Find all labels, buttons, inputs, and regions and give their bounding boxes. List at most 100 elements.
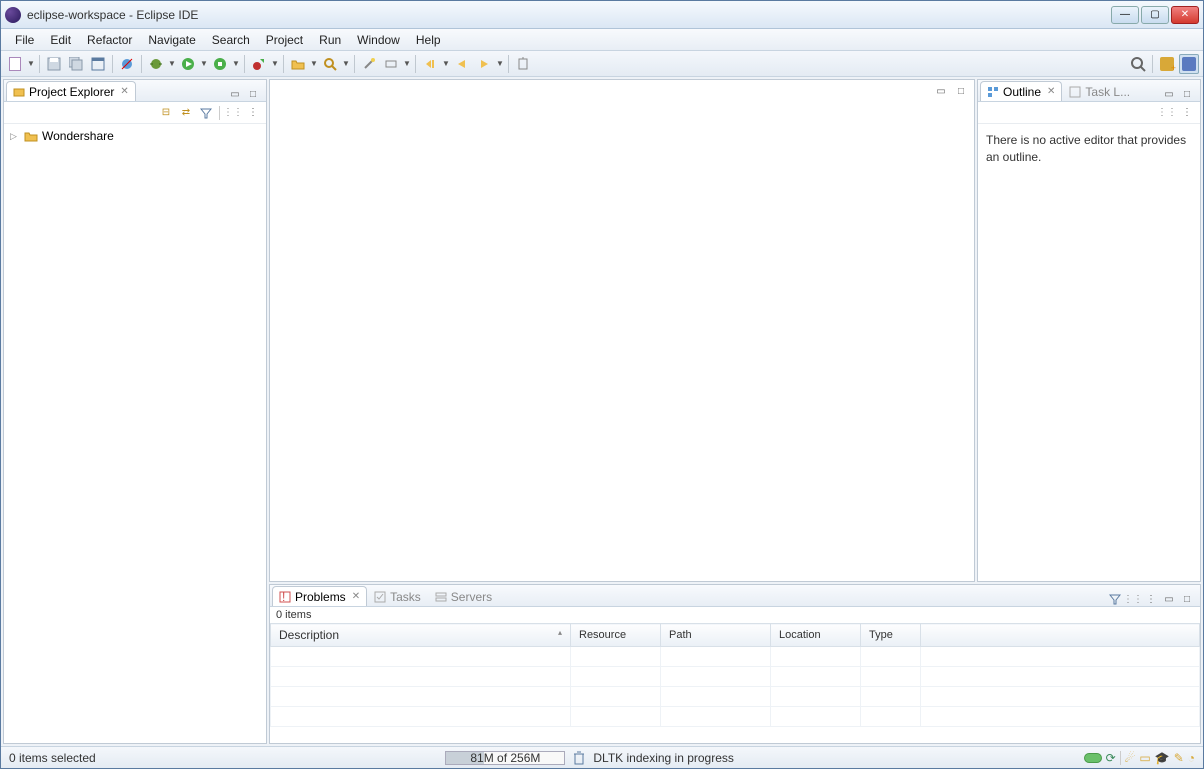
project-explorer-tabrow: Project Explorer ✕ ▭ □ <box>4 80 266 102</box>
editor-area[interactable]: ▭ □ <box>269 79 975 582</box>
maximize-button[interactable]: ▢ <box>1141 6 1169 24</box>
collapse-all-button[interactable]: ⊟ <box>159 106 173 120</box>
terminal-button[interactable] <box>88 54 108 74</box>
minimize-view-button[interactable]: ▭ <box>228 87 242 101</box>
heap-status[interactable]: 81M of 256M <box>445 751 565 765</box>
problems-icon: ! <box>279 591 291 603</box>
link-editor-button[interactable]: ⇄ <box>179 106 193 120</box>
left-column: Project Explorer ✕ ▭ □ ⊟ ⇄ ⋮⋮ ⋮ ▷ <box>3 79 267 744</box>
nav-last-button[interactable] <box>420 54 440 74</box>
tab-close-icon[interactable]: ✕ <box>120 86 128 97</box>
open-type-button[interactable] <box>288 54 308 74</box>
center-column: ▭ □ ! Problems ✕ Tasks Servers <box>269 79 975 744</box>
close-button[interactable]: ✕ <box>1171 6 1199 24</box>
toggle-dropdown[interactable]: ▼ <box>403 59 411 68</box>
trim-icon-1[interactable]: ☄ <box>1125 751 1136 765</box>
gc-button[interactable] <box>573 751 585 765</box>
save-all-button[interactable] <box>66 54 86 74</box>
menu-refactor[interactable]: Refactor <box>79 31 140 49</box>
toggle-button[interactable] <box>381 54 401 74</box>
view-dropdown-button[interactable]: ⋮ <box>246 106 260 120</box>
outline-empty-text: There is no active editor that provides … <box>986 133 1186 164</box>
project-explorer-tab[interactable]: Project Explorer ✕ <box>6 81 136 101</box>
filter-button[interactable] <box>199 106 213 120</box>
outline-view: Outline ✕ Task L... ▭ □ ⋮⋮ ⋮ There is no… <box>977 79 1201 582</box>
save-button[interactable] <box>44 54 64 74</box>
view-menu-button[interactable]: ⋮⋮ <box>226 106 240 120</box>
workbench-area: Project Explorer ✕ ▭ □ ⊟ ⇄ ⋮⋮ ⋮ ▷ <box>1 77 1203 746</box>
servers-tab[interactable]: Servers <box>428 586 499 606</box>
tree-item-label: Wondershare <box>42 129 114 143</box>
expand-icon[interactable]: ▷ <box>10 131 20 142</box>
title-bar: eclipse-workspace - Eclipse IDE — ▢ ✕ <box>1 1 1203 29</box>
outline-tab[interactable]: Outline ✕ <box>980 81 1062 101</box>
menu-run[interactable]: Run <box>311 31 349 49</box>
task-list-tab[interactable]: Task L... <box>1062 81 1137 101</box>
status-selection: 0 items selected <box>9 751 96 765</box>
outline-body: There is no active editor that provides … <box>978 124 1200 174</box>
col-empty[interactable] <box>921 624 1200 647</box>
project-explorer-view: Project Explorer ✕ ▭ □ ⊟ ⇄ ⋮⋮ ⋮ ▷ <box>3 79 267 744</box>
pin-button[interactable] <box>513 54 533 74</box>
toolbar-separator <box>508 55 509 73</box>
new-button[interactable] <box>5 54 25 74</box>
tasks-tab[interactable]: Tasks <box>367 586 428 606</box>
col-type[interactable]: Type <box>861 624 921 647</box>
maximize-view-button[interactable]: □ <box>246 87 260 101</box>
open-perspective-button[interactable]: + <box>1157 54 1177 74</box>
search-button[interactable] <box>320 54 340 74</box>
external-tools-dropdown[interactable]: ▼ <box>271 59 279 68</box>
run-button[interactable] <box>178 54 198 74</box>
menu-help[interactable]: Help <box>408 31 449 49</box>
run-dropdown[interactable]: ▼ <box>200 59 208 68</box>
search-dropdown[interactable]: ▼ <box>342 59 350 68</box>
trim-icon-5[interactable]: ◔ <box>1188 751 1195 765</box>
menu-navigate[interactable]: Navigate <box>140 31 203 49</box>
debug-button[interactable] <box>146 54 166 74</box>
col-resource[interactable]: Resource <box>571 624 661 647</box>
progress-pill-icon[interactable] <box>1084 753 1102 763</box>
status-bar: 0 items selected 81M of 256M DLTK indexi… <box>1 746 1203 768</box>
menu-window[interactable]: Window <box>349 31 408 49</box>
quick-access-search-icon[interactable] <box>1128 54 1148 74</box>
coverage-button[interactable] <box>210 54 230 74</box>
minimize-button[interactable]: — <box>1111 6 1139 24</box>
editor-minimize-button[interactable]: ▭ <box>934 84 948 98</box>
outline-minimize-button[interactable]: ▭ <box>1162 87 1176 101</box>
coverage-dropdown[interactable]: ▼ <box>232 59 240 68</box>
project-explorer-body[interactable]: ▷ Wondershare <box>4 124 266 743</box>
menu-search[interactable]: Search <box>204 31 258 49</box>
menu-file[interactable]: File <box>7 31 42 49</box>
skip-breakpoints-button[interactable] <box>117 54 137 74</box>
tree-item-wondershare[interactable]: ▷ Wondershare <box>8 128 262 144</box>
outline-tabrow: Outline ✕ Task L... ▭ □ <box>978 80 1200 102</box>
col-path[interactable]: Path <box>661 624 771 647</box>
tab-close-icon[interactable]: ✕ <box>1047 86 1055 97</box>
problems-tab-label: Problems <box>295 590 346 604</box>
nav-back-button[interactable] <box>452 54 472 74</box>
nav-last-dropdown[interactable]: ▼ <box>442 59 450 68</box>
sync-icon[interactable]: ⟳ <box>1106 751 1116 765</box>
open-type-dropdown[interactable]: ▼ <box>310 59 318 68</box>
outline-menu-button[interactable]: ⋮ <box>1180 106 1194 120</box>
editor-maximize-button[interactable]: □ <box>954 84 968 98</box>
trim-icon-2[interactable]: ▭ <box>1139 751 1150 765</box>
trim-icon-4[interactable]: ✎ <box>1174 751 1184 765</box>
outline-focus-button[interactable]: ⋮⋮ <box>1160 106 1174 120</box>
wand-button[interactable] <box>359 54 379 74</box>
tasks-icon <box>374 591 386 603</box>
problems-tab[interactable]: ! Problems ✕ <box>272 586 367 606</box>
menu-project[interactable]: Project <box>258 31 311 49</box>
nav-fwd-button[interactable] <box>474 54 494 74</box>
external-tools-button[interactable] <box>249 54 269 74</box>
debug-dropdown[interactable]: ▼ <box>168 59 176 68</box>
java-perspective-button[interactable] <box>1179 54 1199 74</box>
trim-icon-3[interactable]: 🎓 <box>1155 751 1170 765</box>
tab-close-icon[interactable]: ✕ <box>352 591 360 602</box>
menu-edit[interactable]: Edit <box>42 31 79 49</box>
col-location[interactable]: Location <box>771 624 861 647</box>
outline-maximize-button[interactable]: □ <box>1180 87 1194 101</box>
col-description[interactable]: Description▴ <box>271 624 571 647</box>
nav-fwd-dropdown[interactable]: ▼ <box>496 59 504 68</box>
new-dropdown[interactable]: ▼ <box>27 59 35 68</box>
